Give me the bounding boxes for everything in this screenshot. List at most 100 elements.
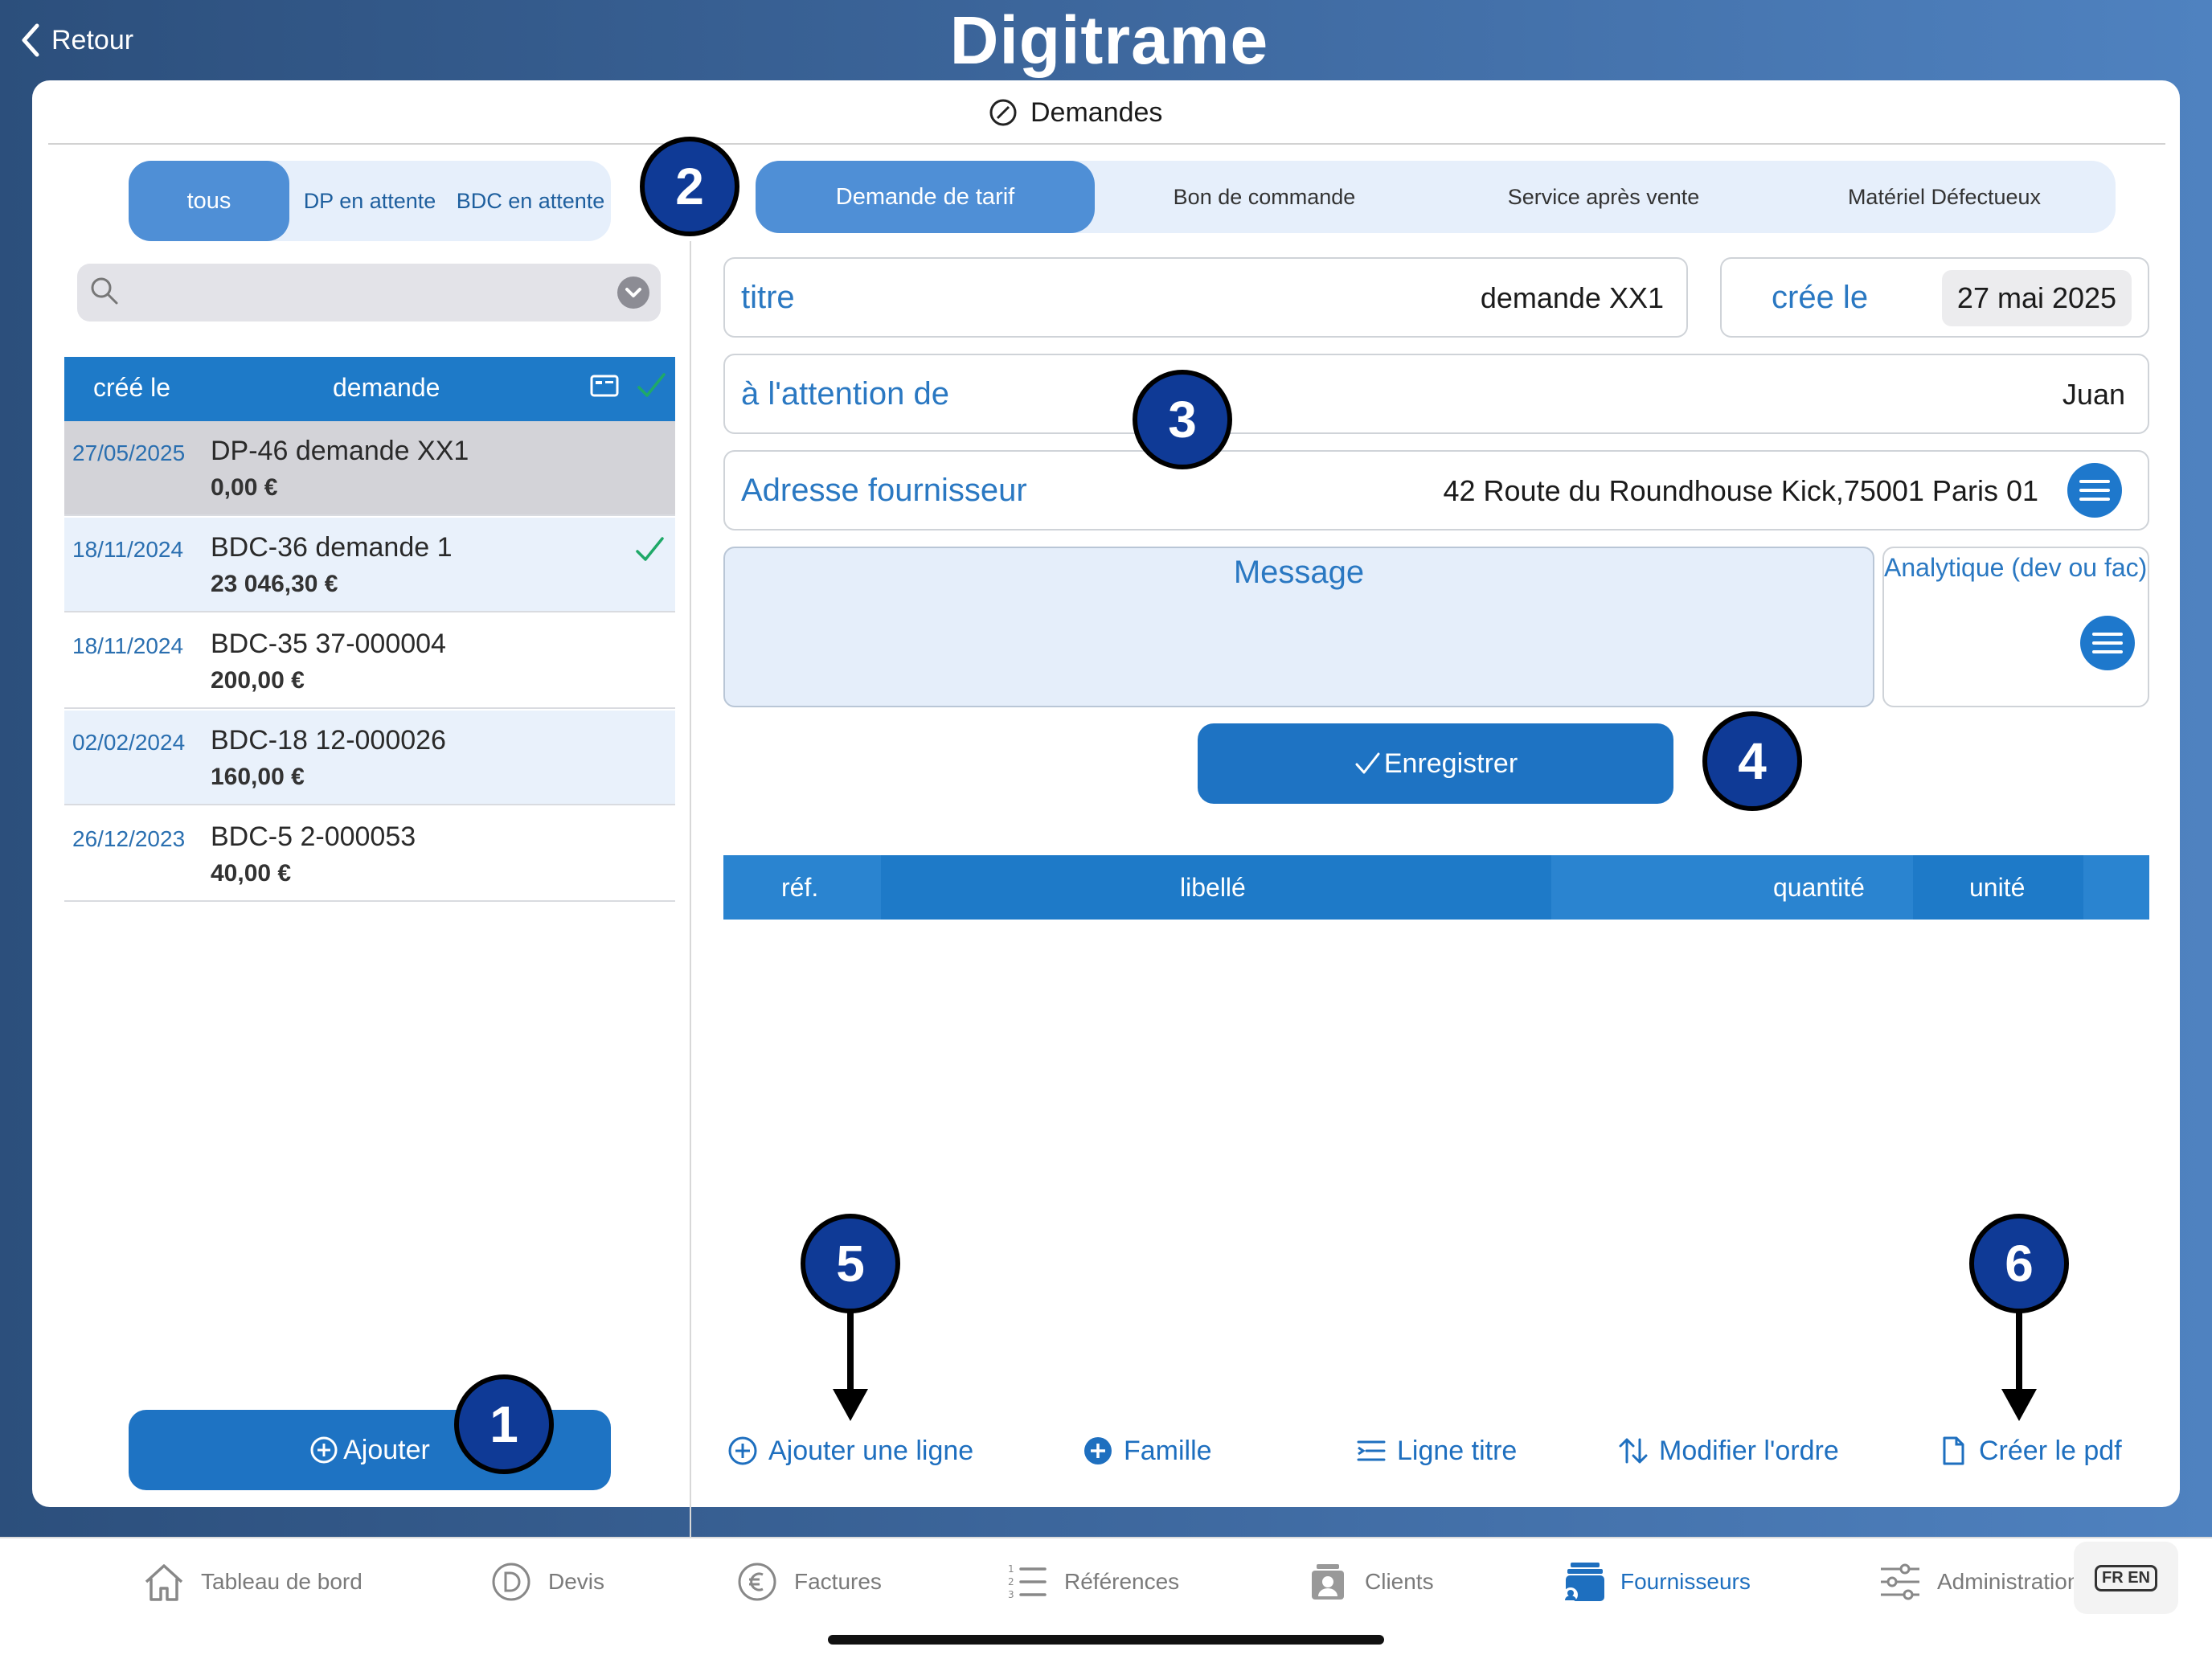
checkmark-icon[interactable] [635, 368, 667, 403]
letter-d-circle-icon [492, 1563, 530, 1601]
created-date-picker[interactable]: 27 mai 2025 [1942, 270, 2132, 326]
supplier-address-field[interactable]: Adresse fournisseur 42 Route du Roundhou… [723, 450, 2149, 530]
add-line-button[interactable]: Ajouter une ligne [727, 1431, 973, 1471]
annotation-badge-5: 5 [801, 1214, 900, 1313]
nav-suppliers[interactable]: Fournisseurs [1561, 1558, 1751, 1606]
request-type-tabs: Demande de tarif Bon de commande Service… [756, 161, 2116, 233]
col-created[interactable]: créé le [93, 373, 170, 403]
contact-card-icon [1312, 1564, 1344, 1600]
col-label[interactable]: libellé [1180, 855, 1246, 920]
page-title-text: Demandes [1030, 96, 1163, 128]
card-view-icon[interactable] [588, 368, 621, 403]
reorder-button[interactable]: Modifier l'ordre [1617, 1431, 1839, 1471]
svg-text:1: 1 [1008, 1563, 1014, 1575]
chevron-left-icon [22, 23, 39, 57]
message-field[interactable]: Message [723, 547, 1874, 707]
annotation-arrowhead-6 [2001, 1389, 2037, 1421]
list-item-date: 18/11/2024 [72, 537, 184, 562]
title-field[interactable]: titre demande XX1 [723, 257, 1688, 338]
nav-clients[interactable]: Clients [1305, 1558, 1434, 1606]
col-ref[interactable]: réf. [781, 855, 818, 920]
nav-dashboard-label: Tableau de bord [201, 1569, 363, 1594]
plus-circle-filled-icon [1084, 1437, 1112, 1464]
title-line-button[interactable]: Ligne titre [1355, 1431, 1517, 1471]
app-logo: Digitrame [949, 2, 1269, 78]
filter-bdc-pending[interactable]: BDC en attente [450, 161, 611, 241]
annotation-arrow-6 [2016, 1310, 2022, 1391]
title-line-label: Ligne titre [1397, 1435, 1518, 1466]
title-value: demande XX1 [1480, 281, 1664, 314]
title-label: titre [741, 280, 795, 315]
lines-table-header: réf. libellé quantité unité [723, 855, 2149, 920]
list-item-date: 18/11/2024 [72, 633, 184, 658]
list-item[interactable]: 18/11/2024 BDC-36 demande 1 23 046,30 € [64, 518, 675, 612]
tab-price-request[interactable]: Demande de tarif [756, 161, 1095, 233]
plus-circle-icon [310, 1436, 338, 1464]
attention-label: à l'attention de [741, 376, 949, 412]
page-title: Demandes [989, 90, 1162, 135]
col-quantity[interactable]: quantité [1773, 855, 1865, 920]
family-label: Famille [1124, 1435, 1212, 1466]
nav-suppliers-label: Fournisseurs [1620, 1569, 1751, 1594]
reorder-label: Modifier l'ordre [1659, 1435, 1839, 1466]
sort-arrows-icon [1619, 1438, 1648, 1464]
nav-invoices[interactable]: Factures [735, 1558, 882, 1606]
validated-check-icon [636, 537, 664, 561]
search-dropdown-button[interactable] [617, 276, 649, 309]
list-item[interactable]: 27/05/2025 DP-46 demande XX1 0,00 € [64, 421, 675, 516]
add-line-label: Ajouter une ligne [768, 1435, 974, 1466]
checkmark-icon [1355, 752, 1380, 774]
list-item-title: DP-46 demande XX1 [211, 436, 469, 466]
header-divider [48, 143, 2165, 145]
add-request-label: Ajouter [343, 1434, 430, 1465]
extra-col-bg [2083, 855, 2149, 920]
address-menu-button[interactable] [2067, 463, 2122, 518]
list-filter: tous DP en attente BDC en attente [129, 161, 611, 241]
annotation-badge-4: 4 [1702, 711, 1802, 811]
list-item[interactable]: 26/12/2023 BDC-5 2-000053 40,00 € [64, 807, 675, 902]
created-date-field: crée le 27 mai 2025 [1720, 257, 2149, 338]
hamburger-icon [2079, 480, 2110, 501]
nav-quotes[interactable]: Devis [489, 1558, 604, 1606]
analytics-field[interactable]: Analytique (dev ou fac) [1882, 547, 2149, 707]
nav-quotes-label: Devis [548, 1569, 605, 1594]
list-item-date: 02/02/2024 [72, 730, 186, 755]
language-toggle[interactable]: FR EN [2074, 1542, 2178, 1614]
nav-dashboard[interactable]: Tableau de bord [141, 1558, 363, 1606]
list-item-title: BDC-5 2-000053 [211, 821, 416, 852]
tab-bar-divider [0, 1537, 2212, 1538]
nav-references-label: Références [1064, 1569, 1180, 1594]
create-pdf-label: Créer le pdf [1979, 1435, 2122, 1466]
nav-administration-label: Administration [1937, 1569, 2080, 1594]
col-unit[interactable]: unité [1969, 855, 2025, 920]
nav-administration[interactable]: Administration [1878, 1558, 2079, 1606]
create-pdf-button[interactable]: Créer le pdf [1937, 1431, 2122, 1471]
tab-defective-material[interactable]: Matériel Défectueux [1773, 161, 2116, 233]
analytics-label: Analytique (dev ou fac) [1884, 553, 2148, 582]
filter-all[interactable]: tous [129, 161, 289, 241]
list-item-date: 27/05/2025 [72, 440, 186, 465]
plus-circle-icon [728, 1436, 757, 1465]
list-item[interactable]: 02/02/2024 BDC-18 12-000026 160,00 € [64, 711, 675, 805]
analytics-menu-button[interactable] [2080, 616, 2135, 670]
nav-invoices-label: Factures [794, 1569, 882, 1594]
tab-after-sales[interactable]: Service après vente [1434, 161, 1773, 233]
attention-field[interactable]: à l'attention de Juan [723, 354, 2149, 434]
list-item-amount: 200,00 € [211, 667, 305, 694]
col-request[interactable]: demande [333, 373, 440, 403]
filter-dp-pending[interactable]: DP en attente [289, 161, 450, 241]
list-header: créé le demande [64, 357, 675, 421]
compass-icon [989, 99, 1017, 126]
list-lines-icon [1357, 1440, 1386, 1461]
back-button[interactable]: Retour [19, 18, 133, 63]
nav-references[interactable]: 12 3 Références [1005, 1558, 1179, 1606]
save-button[interactable]: Enregistrer [1198, 723, 1673, 804]
save-label: Enregistrer [1383, 748, 1518, 779]
language-label: FR EN [2095, 1564, 2157, 1591]
family-button[interactable]: Famille [1082, 1431, 1212, 1471]
supplier-address-label: Adresse fournisseur [741, 473, 1027, 508]
tab-purchase-order[interactable]: Bon de commande [1095, 161, 1434, 233]
list-item[interactable]: 18/11/2024 BDC-35 37-000004 200,00 € [64, 614, 675, 709]
sliders-icon [1881, 1563, 1919, 1600]
search-input[interactable] [77, 264, 661, 322]
